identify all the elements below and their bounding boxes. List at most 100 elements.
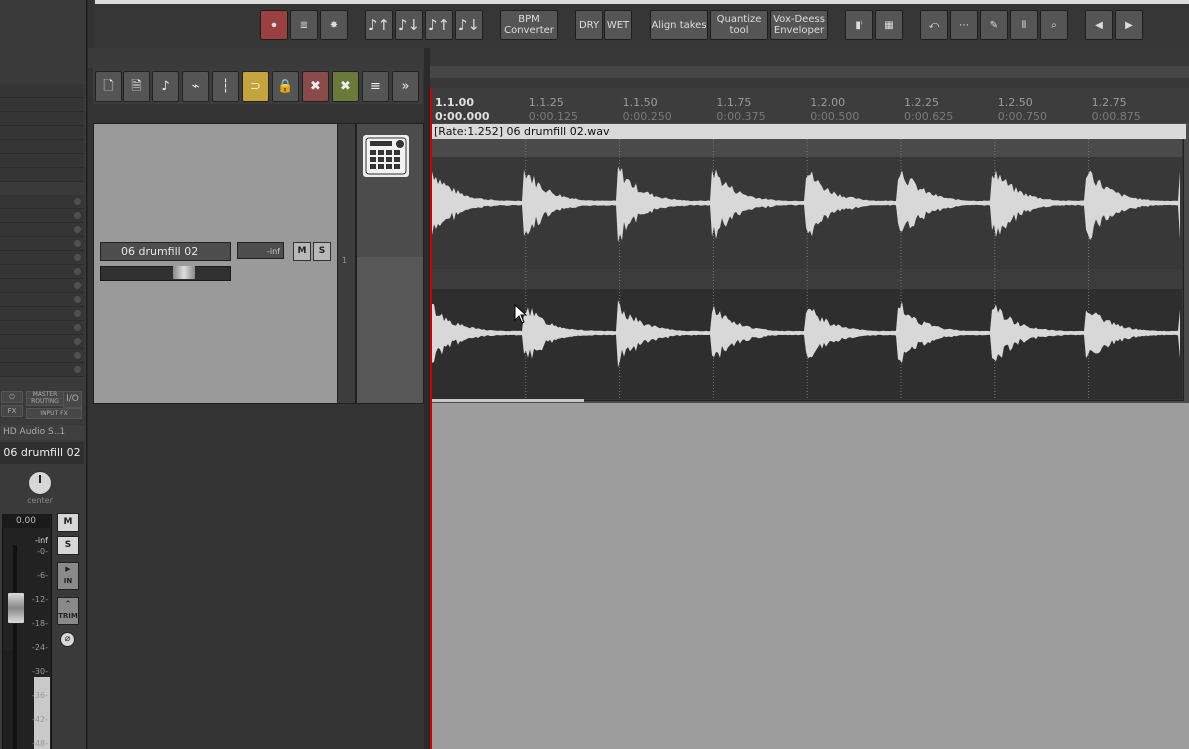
grid-icon[interactable]: ┆ [212, 71, 239, 102]
send-dot-icon [74, 352, 81, 359]
fx-slot[interactable] [0, 140, 84, 154]
quantize-tool-button[interactable]: Quantize tool [710, 10, 768, 40]
lock-icon[interactable]: 🔒 [272, 71, 299, 102]
waveform-dotted-icon[interactable]: ⋯ [950, 10, 978, 40]
media-item-label[interactable]: [Rate:1.252] 06 drumfill 02.wav [432, 124, 1186, 139]
fx-slot[interactable] [0, 154, 84, 168]
send-slot[interactable] [0, 349, 84, 363]
track-header[interactable] [93, 123, 338, 404]
meter-peak-readout: -inf [35, 536, 48, 545]
meter-scale-label: -0- [37, 547, 48, 556]
note-down-icon[interactable]: ♪↓ [395, 10, 423, 40]
send-slot[interactable] [0, 335, 84, 349]
mixer-strip-name[interactable]: 06 drumfill 02 [0, 442, 84, 464]
envelope-icon[interactable]: ⌁ [182, 71, 209, 102]
mixer-fader-track[interactable] [13, 545, 17, 749]
zoom-icon[interactable]: ⌕ [1040, 10, 1068, 40]
item-fade-bar[interactable] [432, 399, 584, 402]
track-name-field[interactable]: 06 drumfill 02 [100, 242, 231, 261]
send-slot[interactable] [0, 251, 84, 265]
mixer-solo-button[interactable]: S [57, 536, 79, 555]
forward-icon[interactable]: » [392, 71, 419, 102]
project-info-icon[interactable]: 🗎 [123, 71, 150, 102]
folder-stack-icon[interactable]: ▦ [875, 10, 903, 40]
track-solo-button[interactable]: S [313, 242, 331, 261]
send-dot-icon [74, 296, 81, 303]
send-slot[interactable] [0, 279, 84, 293]
explode-icon[interactable]: ✸ [320, 10, 348, 40]
send-dot-icon [74, 254, 81, 261]
record-list-icon[interactable]: ≣ [290, 10, 318, 40]
ruler-tick: 1.1.75 0:00.375 [716, 96, 765, 124]
drum-machine-icon[interactable] [363, 135, 409, 177]
bpm-converter-button[interactable]: BPM Converter [500, 10, 558, 40]
ruler-tick-time: 0:00.750 [997, 110, 1047, 123]
record-icon[interactable]: ⏺ [260, 10, 288, 40]
note-down-octave-icon[interactable]: ♪↓ [455, 10, 483, 40]
send-slot[interactable] [0, 307, 84, 321]
ruler-tick-time: 0:00.000 [435, 110, 490, 123]
send-dot-icon [74, 338, 81, 345]
mute-x-icon[interactable]: ✖ [302, 71, 329, 102]
pan-knob[interactable] [28, 471, 52, 495]
note-up-octave-icon[interactable]: ♪↑ [425, 10, 453, 40]
fx-slot[interactable] [0, 98, 84, 112]
io-button[interactable]: I/O [63, 391, 82, 408]
input-monitor-button[interactable]: ▶ IN [57, 562, 79, 590]
ruler-tick: 1.1.25 0:00.125 [529, 96, 578, 124]
arrow-left-icon[interactable]: ◀ [1085, 10, 1113, 40]
input-fx-button[interactable]: INPUT FX [26, 408, 82, 419]
send-slot[interactable] [0, 321, 84, 335]
metronome-icon[interactable]: ♪ [152, 71, 179, 102]
timeline-ruler[interactable]: 1.1.00 0:00.000 1.1.25 0:00.125 1.1.50 0:00.2… [430, 88, 1189, 123]
list-icon[interactable]: ≡ [362, 71, 389, 102]
vox-deess-button[interactable]: Vox-Deess Enveloper [770, 10, 828, 40]
routing-button[interactable]: ROUTING [26, 398, 64, 406]
track-scroll-column[interactable]: 1 [337, 123, 356, 404]
ruler-tick: 1.1.00 0:00.000 [435, 96, 490, 124]
automation-trim-button[interactable]: ^ TRIM [57, 597, 79, 625]
pencil-wave-icon[interactable]: ✎ [980, 10, 1008, 40]
audio-device-selector[interactable]: HD Audio S..1 [0, 425, 84, 440]
send-slot[interactable] [0, 293, 84, 307]
mixer-fx-list[interactable] [0, 0, 84, 380]
send-slot[interactable] [0, 223, 84, 237]
track-volume-readout[interactable]: -inf [237, 242, 284, 259]
transient-icon[interactable]: ⫴ [1010, 10, 1038, 40]
note-up-icon[interactable]: ♪↑ [365, 10, 393, 40]
ruler-tick-beat: 1.2.75 [1091, 96, 1127, 109]
track-mute-button[interactable]: M [293, 242, 311, 261]
send-dot-icon [74, 226, 81, 233]
send-slot[interactable] [0, 209, 84, 223]
snap-magnet-icon[interactable]: ⊃ [242, 71, 269, 102]
new-project-icon[interactable]: 🗋 [95, 71, 122, 102]
dry-button[interactable]: DRY [575, 10, 603, 40]
mixer-panel: ⏻ FX MASTER ROUTING I/O INPUT FX HD Audi… [0, 0, 87, 749]
align-takes-button[interactable]: Align takes [650, 10, 708, 40]
mixer-volume-readout[interactable]: 0.00 [2, 514, 50, 528]
mixer-mute-button[interactable]: M [57, 513, 79, 532]
fx-slot[interactable] [0, 112, 84, 126]
track-volume-thumb[interactable] [173, 266, 195, 279]
meter-scale-label: -24- [32, 643, 48, 652]
power-button[interactable]: ⏻ [1, 391, 23, 403]
track-volume-fader[interactable] [100, 266, 231, 281]
info-bars-icon[interactable]: ▮ⁱ [845, 10, 873, 40]
send-slot[interactable] [0, 195, 84, 209]
send-slot[interactable] [0, 237, 84, 251]
fx-slot[interactable] [0, 126, 84, 140]
edit-cursor[interactable] [430, 88, 432, 749]
send-slot[interactable] [0, 265, 84, 279]
mixer-fader-thumb[interactable] [7, 592, 25, 624]
wet-button[interactable]: WET [604, 10, 632, 40]
fx-slot[interactable] [0, 84, 84, 98]
loop-wave-icon[interactable]: ⤺ [920, 10, 948, 40]
solo-x-icon[interactable]: ✖ [332, 71, 359, 102]
fx-slot[interactable] [0, 168, 84, 182]
send-slot[interactable] [0, 363, 84, 377]
waveform [432, 139, 1182, 399]
fx-button[interactable]: FX [1, 405, 23, 417]
horizontal-scroll-track[interactable] [430, 66, 1189, 78]
arrow-right-icon[interactable]: ▶ [1115, 10, 1143, 40]
phase-invert-icon[interactable]: ⌀ [60, 632, 75, 647]
